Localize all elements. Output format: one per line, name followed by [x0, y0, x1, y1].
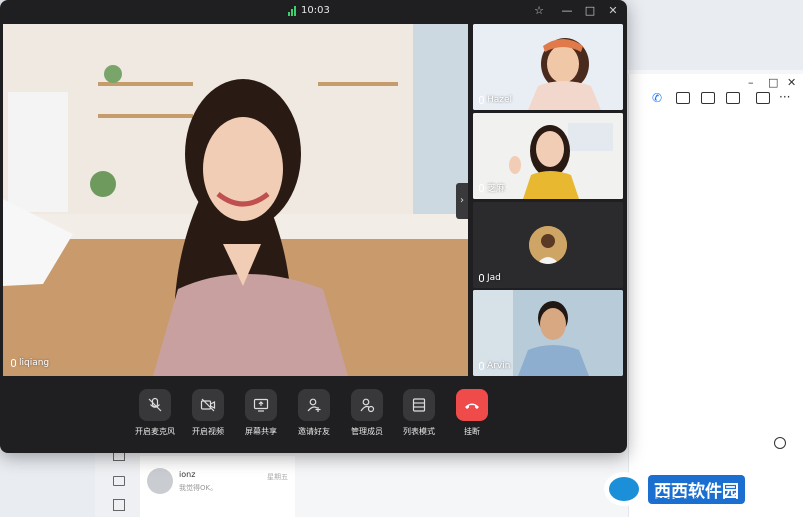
collapse-sidebar-chevron-icon[interactable]: ›: [456, 183, 468, 219]
mic-icon: [479, 362, 484, 370]
background-sidebar: [95, 450, 140, 517]
control-label: 管理成员: [351, 427, 383, 436]
watermark-c-icon: [604, 472, 644, 506]
invite-friend-button[interactable]: 邀请好友: [290, 389, 338, 437]
control-label: 开启麦克风: [135, 427, 175, 436]
bg-minimize-icon[interactable]: –: [748, 76, 754, 89]
toggle-video-button[interactable]: 开启视频: [184, 389, 232, 437]
avatar: [529, 226, 567, 264]
mic-icon: [479, 183, 484, 192]
main-video-scene: [3, 24, 468, 376]
background-chat-panel: [628, 74, 803, 517]
control-label: 挂断: [464, 427, 480, 436]
participant-label: Jad: [479, 273, 501, 283]
participant-name: Arvin: [487, 361, 511, 371]
bookmark-icon[interactable]: [113, 499, 125, 511]
bg-maximize-icon[interactable]: □: [768, 76, 778, 89]
watermark-subtext: CR173.COM: [650, 496, 698, 505]
toggle-microphone-button[interactable]: 开启麦克风: [131, 389, 179, 437]
add-user-icon: [298, 389, 330, 421]
mail-icon[interactable]: [113, 452, 125, 461]
participant-label: Hazel: [479, 95, 512, 105]
mic-icon: [479, 96, 484, 104]
chat-item-name: ionz: [179, 470, 196, 479]
control-label: 列表模式: [403, 427, 435, 436]
folder-icon[interactable]: [113, 476, 125, 486]
close-icon[interactable]: ✕: [605, 3, 621, 19]
call-control-bar: 开启麦克风 开启视频 屏幕共享 邀请好友 管理成员 列表模式 挂断: [0, 376, 627, 453]
history-clock-icon[interactable]: [774, 437, 786, 449]
signal-icon: [288, 6, 296, 16]
hang-up-icon: [456, 389, 488, 421]
title-bar[interactable]: 10:03 ☆ — □ ✕: [0, 0, 627, 23]
minimize-icon[interactable]: —: [559, 3, 575, 19]
participant-tile[interactable]: 芝麻: [473, 113, 623, 199]
bg-close-icon[interactable]: ✕: [787, 76, 796, 89]
video-call-window: 10:03 ☆ — □ ✕ liqiang › Hazel 芝麻 Jad Arv…: [0, 0, 627, 453]
participant-name: Hazel: [487, 95, 513, 105]
remote-desktop-icon[interactable]: [726, 92, 740, 104]
call-time: 10:03: [301, 5, 330, 16]
mic-icon: [479, 274, 484, 282]
participant-tile[interactable]: Jad: [473, 202, 623, 288]
more-icon[interactable]: ···: [779, 90, 790, 104]
comment-icon[interactable]: [756, 92, 770, 104]
maximize-icon[interactable]: □: [582, 3, 598, 19]
control-label: 邀请好友: [298, 427, 330, 436]
manage-members-button[interactable]: 管理成员: [343, 389, 391, 437]
participant-name: 芝麻: [487, 184, 506, 194]
pin-icon[interactable]: ☆: [531, 3, 547, 19]
mic-icon: [11, 359, 16, 367]
list-mode-icon: [403, 389, 435, 421]
main-participant-name: liqiang: [19, 358, 50, 368]
avatar: [147, 468, 173, 494]
screen-share-button[interactable]: 屏幕共享: [237, 389, 285, 437]
list-mode-button[interactable]: 列表模式: [395, 389, 443, 437]
phone-icon[interactable]: ✆: [652, 91, 662, 105]
camera-off-icon: [192, 389, 224, 421]
participant-tile[interactable]: Arvin: [473, 290, 623, 376]
mic-off-icon: [139, 389, 171, 421]
video-call-icon[interactable]: [676, 92, 690, 104]
screen-share-icon: [245, 389, 277, 421]
chat-item-message: 我觉得OK。: [179, 484, 218, 492]
screen-share-icon[interactable]: [701, 92, 715, 104]
participant-tile[interactable]: Hazel: [473, 24, 623, 110]
chat-list-item[interactable]: ionz 星期五 我觉得OK。: [147, 468, 292, 500]
main-participant-label: liqiang: [11, 358, 49, 368]
participant-label: 芝麻: [479, 181, 505, 194]
participant-label: Arvin: [479, 361, 510, 371]
hang-up-button[interactable]: 挂断: [448, 389, 496, 437]
control-label: 开启视频: [192, 427, 224, 436]
control-label: 屏幕共享: [245, 427, 277, 436]
participant-name: Jad: [487, 273, 501, 283]
chat-item-time: 星期五: [267, 473, 288, 481]
manage-members-icon: [351, 389, 383, 421]
main-video[interactable]: liqiang: [3, 24, 468, 376]
